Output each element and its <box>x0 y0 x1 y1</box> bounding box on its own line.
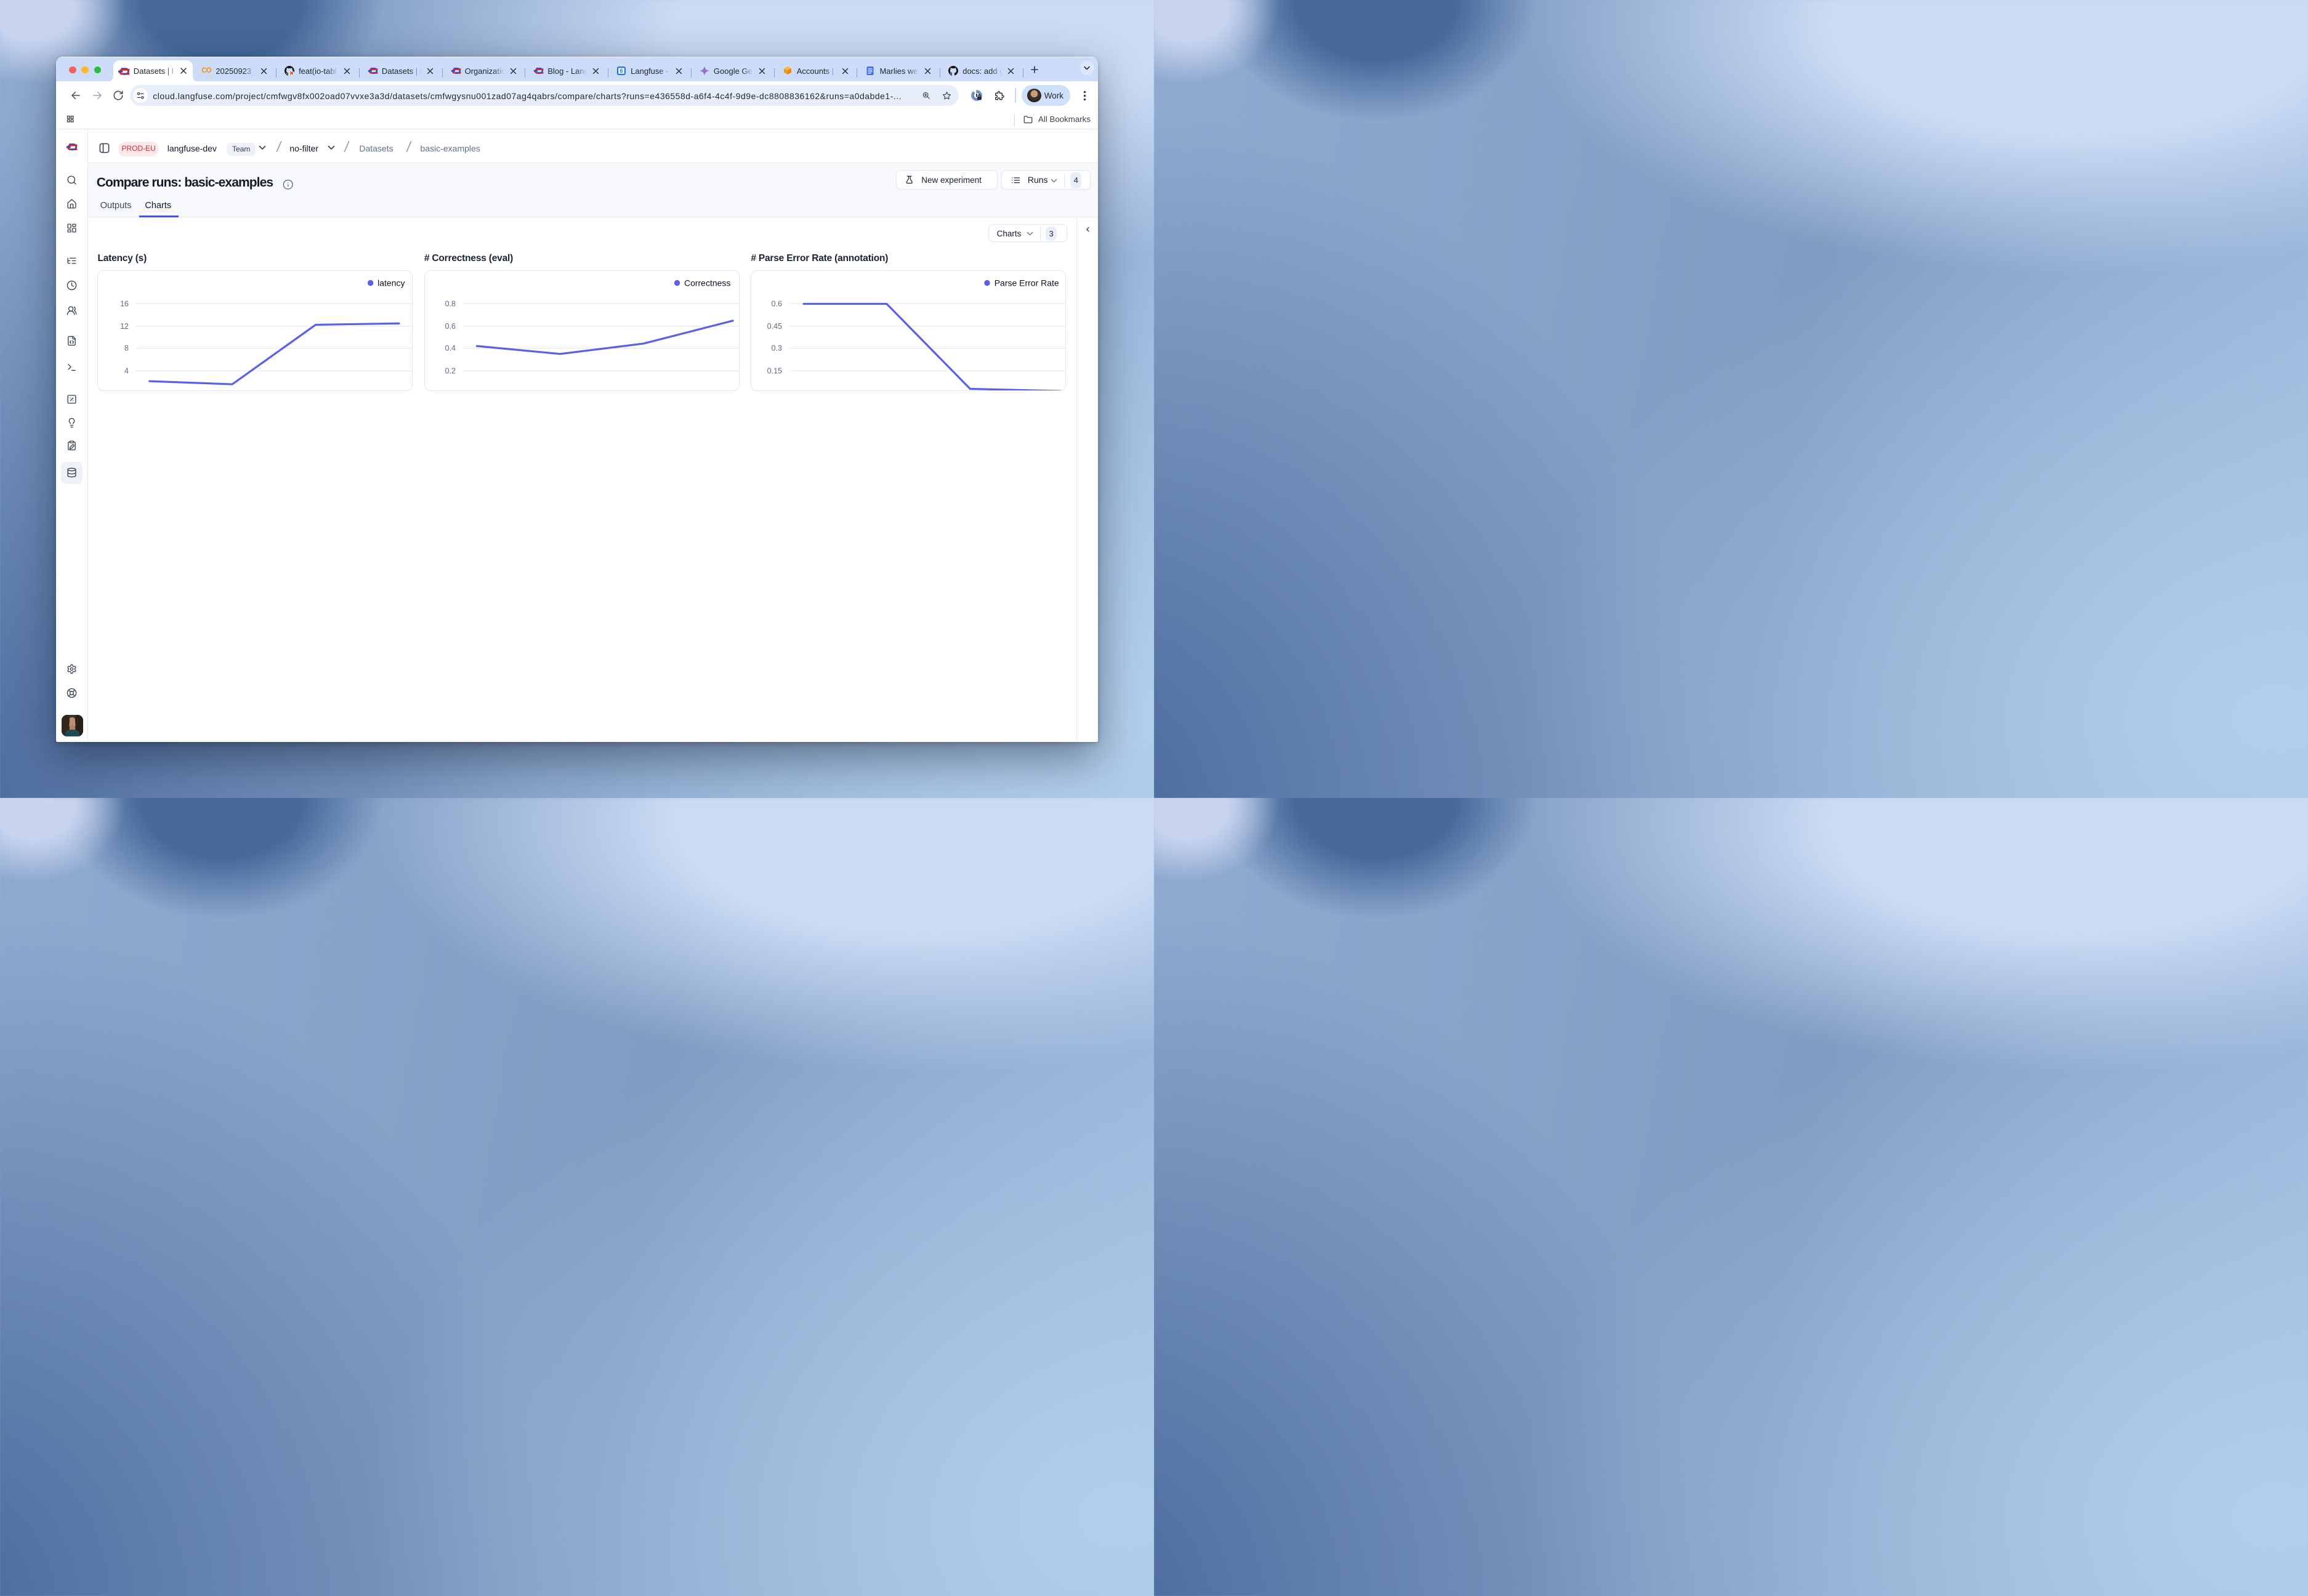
svg-text:Parse Error Rate: Parse Error Rate <box>995 278 1059 288</box>
svg-text:0.6: 0.6 <box>445 322 456 331</box>
svg-text:Correctness: Correctness <box>684 278 730 288</box>
svg-text:0.15: 0.15 <box>767 367 782 376</box>
svg-text:0.6: 0.6 <box>772 299 782 308</box>
svg-text:0.4: 0.4 <box>445 344 456 353</box>
svg-text:0.45: 0.45 <box>767 322 782 331</box>
svg-text:8: 8 <box>124 344 129 353</box>
svg-text:4: 4 <box>124 367 129 376</box>
svg-text:0.3: 0.3 <box>772 344 782 353</box>
svg-text:16: 16 <box>121 299 129 308</box>
svg-text:0.8: 0.8 <box>445 299 456 308</box>
svg-text:6: 6 <box>620 68 623 74</box>
svg-text:12: 12 <box>121 322 129 331</box>
svg-text:0.2: 0.2 <box>445 367 456 376</box>
svg-text:latency: latency <box>378 278 405 288</box>
